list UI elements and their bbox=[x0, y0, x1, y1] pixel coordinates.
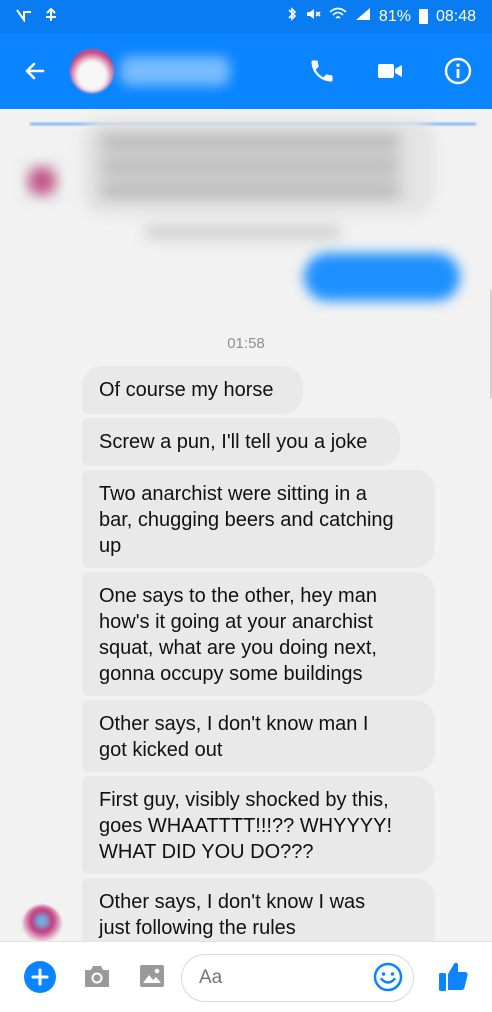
camera-button[interactable] bbox=[82, 962, 112, 995]
conversation-header bbox=[0, 33, 492, 109]
contact-avatar[interactable] bbox=[70, 49, 114, 93]
signal-icon bbox=[355, 7, 371, 26]
phone-icon bbox=[311, 60, 333, 82]
back-button[interactable] bbox=[0, 33, 70, 109]
message-bubble[interactable]: Other says, I don't know I was just foll… bbox=[82, 878, 435, 941]
message-bubble[interactable]: Two anarchist were sitting in a bar, chu… bbox=[82, 470, 435, 568]
mute-icon bbox=[305, 7, 321, 26]
message-timestamp: 01:58 bbox=[227, 335, 265, 352]
arrow-left-icon bbox=[25, 62, 45, 80]
contact-name[interactable] bbox=[120, 56, 230, 86]
plus-icon bbox=[31, 968, 49, 986]
battery-icon bbox=[418, 9, 428, 24]
blurred-previous-messages bbox=[0, 109, 492, 309]
more-actions-button[interactable] bbox=[24, 961, 56, 993]
clock: 08:48 bbox=[435, 7, 476, 25]
info-button[interactable] bbox=[424, 33, 492, 109]
notification-icon bbox=[16, 8, 32, 26]
blurred-outgoing-message bbox=[304, 253, 460, 301]
sender-avatar[interactable] bbox=[22, 905, 62, 941]
message-bubble[interactable]: Of course my horse bbox=[82, 366, 303, 414]
notification-icon bbox=[44, 7, 58, 26]
battery-percent: 81% bbox=[378, 7, 411, 25]
sender-avatar bbox=[22, 159, 62, 203]
message-list[interactable]: 01:58 Of course my horse Screw a pun, I'… bbox=[0, 109, 492, 941]
status-bar: 81% 08:48 bbox=[0, 0, 492, 33]
bluetooth-icon bbox=[287, 6, 297, 27]
gallery-button[interactable] bbox=[138, 962, 166, 995]
message-bubble[interactable]: One says to the other, hey man how's it … bbox=[82, 572, 435, 696]
like-button[interactable] bbox=[437, 959, 469, 998]
smiley-icon bbox=[373, 962, 403, 992]
info-icon bbox=[444, 57, 472, 85]
thumbs-up-icon bbox=[439, 962, 468, 991]
emoji-button[interactable] bbox=[373, 962, 403, 997]
message-bubble[interactable]: Screw a pun, I'll tell you a joke bbox=[82, 418, 400, 466]
image-icon bbox=[140, 965, 164, 987]
camera-icon bbox=[85, 966, 109, 987]
message-input[interactable] bbox=[199, 967, 359, 989]
message-bubble[interactable]: First guy, visibly shocked by this, goes… bbox=[82, 776, 435, 874]
message-bubble[interactable]: Other says, I don't know man I got kicke… bbox=[82, 700, 435, 772]
video-call-button[interactable] bbox=[356, 33, 424, 109]
wifi-icon bbox=[329, 7, 347, 26]
video-icon bbox=[378, 64, 402, 78]
voice-call-button[interactable] bbox=[288, 33, 356, 109]
message-composer bbox=[0, 941, 492, 1012]
